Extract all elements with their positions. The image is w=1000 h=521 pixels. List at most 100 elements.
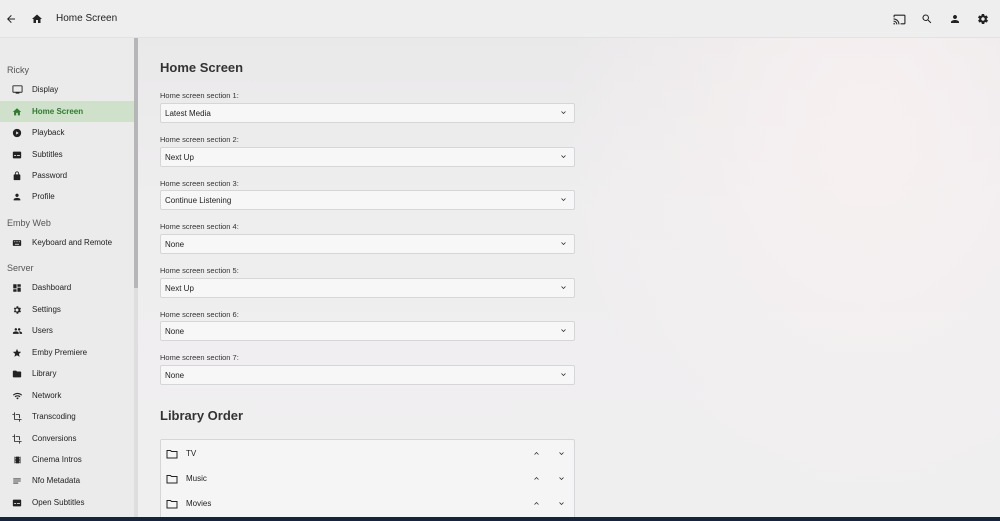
crop-icon [11,433,23,445]
gear-icon [11,304,23,316]
sidebar-item-label: Cinema Intros [32,455,82,464]
sidebar-item-emby-premiere[interactable]: Emby Premiere [0,342,134,363]
library-order-list: TV Music Movies [160,439,575,521]
section-2-select[interactable]: Next Up [160,147,575,167]
select-value: None [165,326,185,336]
chevron-down-icon [559,279,568,297]
keyboard-icon [11,237,23,249]
gear-icon[interactable] [972,8,994,30]
sidebar-item-label: Conversions [32,434,77,443]
sidebar-item-label: Playback [32,128,65,137]
sidebar-section-emby-web: Emby Web [7,218,51,228]
library-row-tv: TV [161,441,574,466]
section-4-select[interactable]: None [160,234,575,254]
cast-icon[interactable] [888,8,910,30]
section-3-label: Home screen section 3: [160,179,239,188]
sidebar-item-playback[interactable]: Playback [0,122,134,143]
people-icon [11,325,23,337]
chevron-down-icon[interactable] [555,473,567,485]
sidebar-item-password[interactable]: Password [0,165,134,186]
sidebar-item-open-subtitles[interactable]: Open Subtitles [0,492,134,513]
library-row-music: Music [161,466,574,491]
crop-icon [11,411,23,423]
chevron-down-icon[interactable] [555,498,567,510]
dashboard-icon [11,282,23,294]
home-icon[interactable] [26,8,48,30]
chevron-up-icon[interactable] [530,473,542,485]
section-4-label: Home screen section 4: [160,222,239,231]
sidebar-item-label: Profile [32,192,55,201]
section-6-select[interactable]: None [160,321,575,341]
sidebar-item-settings[interactable]: Settings [0,299,134,320]
sidebar-item-display[interactable]: Display [0,79,134,100]
sidebar-item-label: Transcoding [32,412,76,421]
sidebar-item-home-screen[interactable]: Home Screen [0,101,134,122]
sidebar-item-transcoding[interactable]: Transcoding [0,406,134,427]
sidebar-item-label: Dashboard [32,283,72,292]
section-7-label: Home screen section 7: [160,353,239,362]
folder-icon [11,368,23,380]
sidebar-item-label: Subtitles [32,150,63,159]
sidebar-item-keyboard-and-remote[interactable]: Keyboard and Remote [0,232,134,253]
folder-icon [166,474,178,484]
person-icon [11,191,23,203]
sidebar-section-user: Ricky [7,65,29,75]
section-5-select[interactable]: Next Up [160,278,575,298]
top-header: Home Screen [0,0,1000,38]
sidebar-item-profile[interactable]: Profile [0,186,134,207]
sidebar-scrollbar-thumb[interactable] [134,38,138,288]
library-name: TV [186,449,197,458]
chevron-down-icon[interactable] [555,448,567,460]
star-icon [11,347,23,359]
search-icon[interactable] [916,8,938,30]
chevron-down-icon [559,235,568,253]
select-value: Latest Media [165,108,211,118]
sidebar-item-label: Display [32,85,59,94]
section-6-label: Home screen section 6: [160,310,239,319]
select-value: Next Up [165,152,194,162]
library-row-movies: Movies [161,491,574,516]
sidebar-item-label: Network [32,391,62,400]
home-icon [11,106,23,118]
chevron-up-icon[interactable] [530,498,542,510]
sidebar-item-label: Keyboard and Remote [32,238,113,247]
chevron-down-icon [559,366,568,384]
section-1-select[interactable]: Latest Media [160,103,575,123]
folder-icon [166,449,178,459]
sidebar-item-nfo-metadata[interactable]: Nfo Metadata [0,470,134,491]
sidebar-item-conversions[interactable]: Conversions [0,428,134,449]
section-5-label: Home screen section 5: [160,266,239,275]
section-7-select[interactable]: None [160,365,575,385]
sidebar-item-label: Password [32,171,68,180]
section-3-select[interactable]: Continue Listening [160,190,575,210]
back-arrow-icon[interactable] [0,8,22,30]
sidebar-item-cinema-intros[interactable]: Cinema Intros [0,449,134,470]
sidebar-item-label: Settings [32,305,61,314]
sidebar-item-users[interactable]: Users [0,320,134,341]
sidebar-item-label: Open Subtitles [32,498,85,507]
subtitles-icon [11,149,23,161]
play-circle-icon [11,127,23,139]
sidebar-item-label: Nfo Metadata [32,476,81,485]
select-value: Next Up [165,283,194,293]
library-name: Music [186,474,207,483]
select-value: None [165,370,185,380]
header-actions [888,8,994,30]
sidebar-scrollbar-track[interactable] [134,288,138,521]
page-header-title: Home Screen [56,13,118,24]
sidebar-item-label: Users [32,326,53,335]
sidebar-item-network[interactable]: Network [0,385,134,406]
sidebar-item-library[interactable]: Library [0,363,134,384]
folder-icon [166,499,178,509]
sidebar-item-label: Home Screen [32,107,84,116]
select-value: Continue Listening [165,195,232,205]
chevron-down-icon [559,104,568,122]
lines-icon [11,475,23,487]
chevron-up-icon[interactable] [530,448,542,460]
chevron-down-icon [559,322,568,340]
chevron-down-icon [559,191,568,209]
sidebar-item-subtitles[interactable]: Subtitles [0,144,134,165]
user-icon[interactable] [944,8,966,30]
sidebar-item-dashboard[interactable]: Dashboard [0,277,134,298]
subtitles-icon [11,497,23,509]
